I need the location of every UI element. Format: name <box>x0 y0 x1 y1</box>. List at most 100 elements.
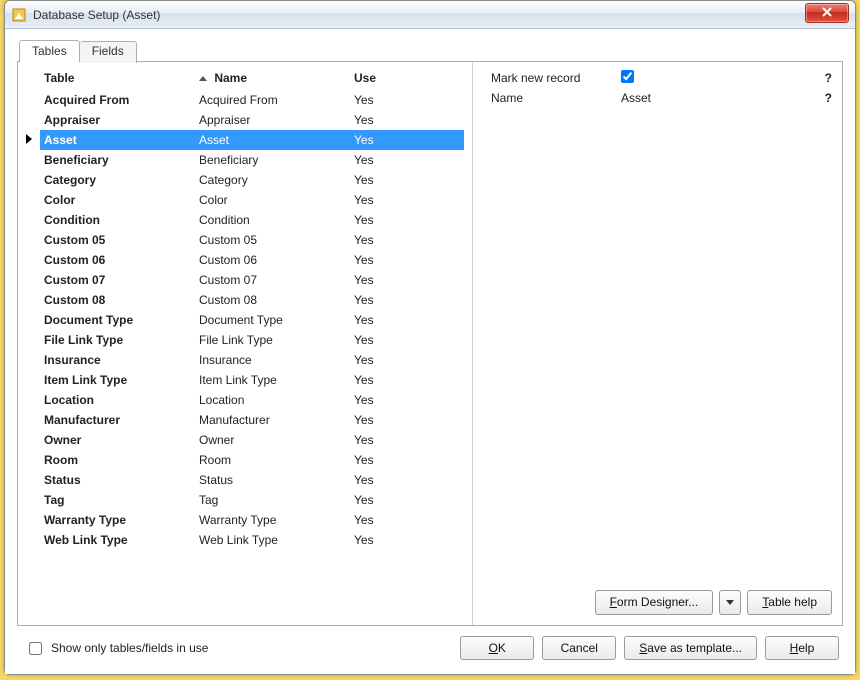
form-designer-button[interactable]: Form Designer... <box>595 590 714 615</box>
cell-name: Acquired From <box>195 90 350 110</box>
prop-name-value: Asset <box>621 91 816 105</box>
col-header-name[interactable]: Name <box>195 66 350 90</box>
row-indicator-cell <box>18 410 40 430</box>
table-row[interactable]: Acquired FromAcquired FromYes <box>18 90 464 110</box>
table-row[interactable]: Warranty TypeWarranty TypeYes <box>18 510 464 530</box>
row-indicator-cell <box>18 510 40 530</box>
show-only-checkbox[interactable] <box>29 642 42 655</box>
properties-panel: Mark new record ? Name Asset ? Form Desi… <box>473 62 842 625</box>
window-title: Database Setup (Asset) <box>33 8 160 22</box>
close-icon <box>822 7 832 19</box>
cell-name: Status <box>195 470 350 490</box>
cell-table: Custom 06 <box>40 250 195 270</box>
table-row[interactable]: Custom 07Custom 07Yes <box>18 270 464 290</box>
table-row[interactable]: Custom 06Custom 06Yes <box>18 250 464 270</box>
cell-name: File Link Type <box>195 330 350 350</box>
cell-table: Item Link Type <box>40 370 195 390</box>
cell-use: Yes <box>350 90 464 110</box>
col-header-indicator[interactable] <box>18 66 40 90</box>
cell-use: Yes <box>350 530 464 550</box>
table-row[interactable]: ConditionConditionYes <box>18 210 464 230</box>
cell-table: Category <box>40 170 195 190</box>
cell-table: Owner <box>40 430 195 450</box>
mark-new-record-checkbox[interactable] <box>621 70 634 83</box>
tab-strip: Tables Fields <box>19 39 843 61</box>
table-help-button[interactable]: Table help <box>747 590 832 615</box>
help-icon[interactable]: ? <box>816 71 832 85</box>
table-row[interactable]: File Link TypeFile Link TypeYes <box>18 330 464 350</box>
table-row[interactable]: ManufacturerManufacturerYes <box>18 410 464 430</box>
row-indicator-cell <box>18 430 40 450</box>
cell-use: Yes <box>350 410 464 430</box>
cell-name: Tag <box>195 490 350 510</box>
col-header-use[interactable]: Use <box>350 66 464 90</box>
cell-use: Yes <box>350 330 464 350</box>
ok-button[interactable]: OK <box>460 636 534 660</box>
table-row[interactable]: BeneficiaryBeneficiaryYes <box>18 150 464 170</box>
table-row[interactable]: InsuranceInsuranceYes <box>18 350 464 370</box>
cell-table: Asset <box>40 130 195 150</box>
cell-use: Yes <box>350 450 464 470</box>
cell-name: Location <box>195 390 350 410</box>
tab-tables[interactable]: Tables <box>19 40 80 62</box>
cancel-button[interactable]: Cancel <box>542 636 616 660</box>
close-button[interactable] <box>805 3 849 23</box>
cell-table: Document Type <box>40 310 195 330</box>
form-designer-dropdown[interactable] <box>719 590 741 615</box>
cell-use: Yes <box>350 170 464 190</box>
form-designer-label: orm Designer... <box>617 595 698 609</box>
prop-name-label: Name <box>491 91 621 105</box>
table-row[interactable]: Web Link TypeWeb Link TypeYes <box>18 530 464 550</box>
row-indicator-cell <box>18 110 40 130</box>
row-indicator-cell <box>18 350 40 370</box>
cell-use: Yes <box>350 290 464 310</box>
right-panel-buttons: Form Designer... Table help <box>473 584 842 625</box>
cell-table: Room <box>40 450 195 470</box>
row-indicator-cell <box>18 530 40 550</box>
table-row[interactable]: CategoryCategoryYes <box>18 170 464 190</box>
cell-use: Yes <box>350 250 464 270</box>
cell-use: Yes <box>350 510 464 530</box>
cell-name: Insurance <box>195 350 350 370</box>
cell-name: Custom 05 <box>195 230 350 250</box>
col-header-table[interactable]: Table <box>40 66 195 90</box>
table-row[interactable]: AppraiserAppraiserYes <box>18 110 464 130</box>
table-row[interactable]: AssetAssetYes <box>18 130 464 150</box>
cell-use: Yes <box>350 210 464 230</box>
table-row[interactable]: Document TypeDocument TypeYes <box>18 310 464 330</box>
cell-use: Yes <box>350 110 464 130</box>
cell-table: Appraiser <box>40 110 195 130</box>
table-row[interactable]: OwnerOwnerYes <box>18 430 464 450</box>
help-button[interactable]: Help <box>765 636 839 660</box>
sort-ascending-icon <box>199 76 207 81</box>
cell-use: Yes <box>350 470 464 490</box>
table-row[interactable]: StatusStatusYes <box>18 470 464 490</box>
table-row[interactable]: RoomRoomYes <box>18 450 464 470</box>
row-indicator-cell <box>18 170 40 190</box>
table-row[interactable]: LocationLocationYes <box>18 390 464 410</box>
cell-name: Appraiser <box>195 110 350 130</box>
help-icon[interactable]: ? <box>816 91 832 105</box>
table-row[interactable]: Custom 08Custom 08Yes <box>18 290 464 310</box>
row-indicator-cell <box>18 270 40 290</box>
cell-name: Document Type <box>195 310 350 330</box>
row-indicator-cell <box>18 190 40 210</box>
cell-name: Custom 07 <box>195 270 350 290</box>
row-indicator-cell <box>18 130 40 150</box>
table-row[interactable]: Custom 05Custom 05Yes <box>18 230 464 250</box>
cell-name: Web Link Type <box>195 530 350 550</box>
app-icon <box>11 7 27 23</box>
tables-grid-wrap[interactable]: Table Name Use Acquired FromAcquired Fro… <box>18 62 472 625</box>
prop-name: Name Asset ? <box>491 88 832 108</box>
save-as-template-button[interactable]: Save as template... <box>624 636 757 660</box>
table-help-label: able help <box>768 595 817 609</box>
table-row[interactable]: TagTagYes <box>18 490 464 510</box>
show-only-label: Show only tables/fields in use <box>51 641 208 655</box>
show-only-in-use[interactable]: Show only tables/fields in use <box>25 639 208 658</box>
cell-use: Yes <box>350 310 464 330</box>
table-row[interactable]: Item Link TypeItem Link TypeYes <box>18 370 464 390</box>
table-row[interactable]: ColorColorYes <box>18 190 464 210</box>
tab-fields[interactable]: Fields <box>80 41 137 63</box>
cell-table: Manufacturer <box>40 410 195 430</box>
cell-table: Web Link Type <box>40 530 195 550</box>
